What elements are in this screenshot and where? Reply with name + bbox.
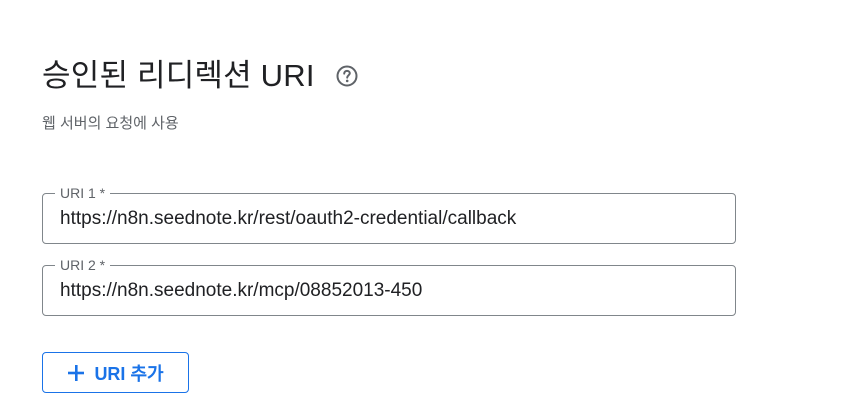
help-circle-icon[interactable] <box>335 64 359 88</box>
add-uri-button[interactable]: URI 추가 <box>42 352 189 393</box>
uri-1-field[interactable]: URI 1 * https://n8n.seednote.kr/rest/oau… <box>42 184 736 244</box>
plus-icon <box>67 364 85 382</box>
section-subtitle: 웹 서버의 요청에 사용 <box>42 115 179 132</box>
uri-1-input[interactable]: https://n8n.seednote.kr/rest/oauth2-cred… <box>60 194 720 243</box>
section-header: 승인된 리디렉션 URI <box>42 56 359 96</box>
add-uri-label: URI 추가 <box>94 363 164 384</box>
redaction-mask <box>495 276 735 306</box>
uri-2-field[interactable]: URI 2 * https://n8n.seednote.kr/mcp/0885… <box>42 256 736 316</box>
section-title: 승인된 리디렉션 URI <box>42 58 315 93</box>
